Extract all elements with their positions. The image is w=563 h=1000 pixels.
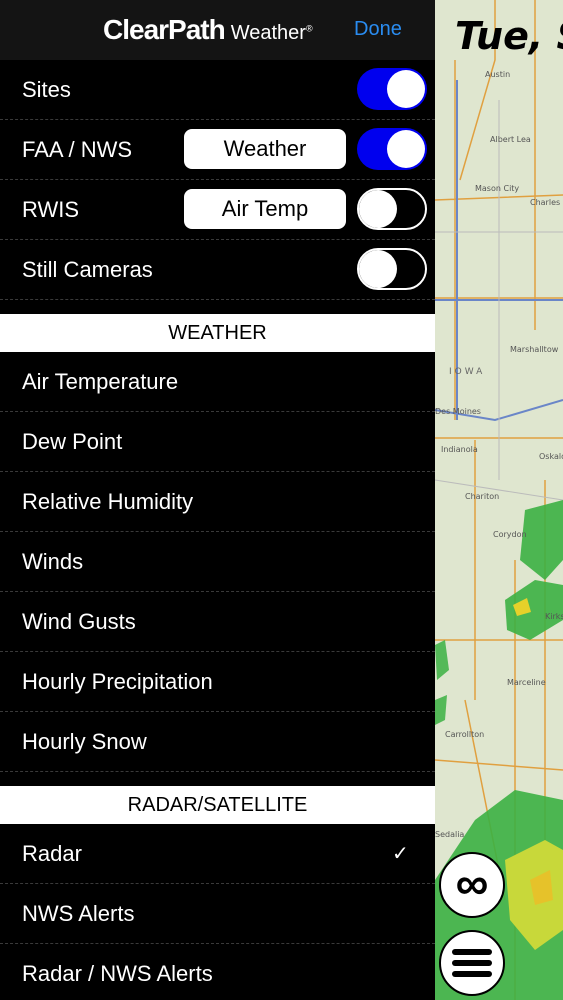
faa-nws-option-button[interactable]: Weather xyxy=(184,129,346,169)
layer-row-sites[interactable]: Sites xyxy=(0,60,435,120)
weather-item-label: Hourly Precipitation xyxy=(22,668,213,694)
layer-row-still-cameras[interactable]: Still Cameras xyxy=(0,240,435,300)
app-logo: ClearPath Weather® xyxy=(103,14,313,46)
radar-item[interactable]: Radar ✓ xyxy=(0,824,435,884)
weather-item-label: Hourly Snow xyxy=(22,728,147,754)
weather-item-label: Air Temperature xyxy=(22,368,179,394)
weather-item[interactable]: Winds xyxy=(0,532,435,592)
rwis-option-button[interactable]: Air Temp xyxy=(184,189,346,229)
radar-item-label: Radar / NWS Alerts xyxy=(22,960,213,986)
map-date-label: Tue, S xyxy=(455,14,563,58)
nav-bar: ClearPath Weather® Done xyxy=(0,0,435,60)
weather-item[interactable]: Dew Point xyxy=(0,412,435,472)
map-place: Marshalltow xyxy=(510,345,559,354)
section-header-radar-satellite: RADAR/SATELLITE xyxy=(0,786,435,824)
layer-row-rwis[interactable]: RWIS Air Temp xyxy=(0,180,435,240)
radar-item-label: NWS Alerts xyxy=(22,900,135,926)
faa-nws-toggle[interactable] xyxy=(357,128,427,170)
layer-row-faa-nws[interactable]: FAA / NWS Weather xyxy=(0,120,435,180)
weather-item-label: Winds xyxy=(22,548,84,574)
map-place: Chariton xyxy=(465,492,500,501)
weather-item[interactable]: Air Temperature xyxy=(0,352,435,412)
map-place: Kirksville xyxy=(545,612,563,621)
layer-label: FAA / NWS xyxy=(22,136,133,162)
weather-item[interactable]: Wind Gusts xyxy=(0,592,435,652)
sites-toggle[interactable] xyxy=(357,68,427,110)
map-place: Mason City xyxy=(475,184,520,193)
menu-button[interactable] xyxy=(439,930,505,996)
brand-name: ClearPath xyxy=(103,14,226,45)
weather-item[interactable]: Hourly Snow xyxy=(0,712,435,772)
still-cameras-toggle[interactable] xyxy=(357,248,427,290)
map-place: Austin xyxy=(485,70,511,79)
weather-item-label: Relative Humidity xyxy=(22,488,194,514)
hamburger-menu-icon xyxy=(452,944,492,982)
layer-label: RWIS xyxy=(22,196,80,222)
map-place: Des Moines xyxy=(435,407,481,416)
weather-item[interactable]: Hourly Precipitation xyxy=(0,652,435,712)
brand-sub: Weather® xyxy=(230,22,313,44)
rwis-toggle[interactable] xyxy=(357,188,427,230)
map-view[interactable]: Tue, S Austin Albert Lea Mason City Char… xyxy=(435,0,563,1000)
map-place: Carrollton xyxy=(445,730,485,739)
map-place: Indianola xyxy=(441,445,478,454)
radar-item[interactable]: NWS Alerts xyxy=(0,884,435,944)
map-state-label: IOWA xyxy=(449,367,486,377)
layer-label: Still Cameras xyxy=(22,256,153,282)
layer-label: Sites xyxy=(22,76,71,102)
radar-item-label: Radar xyxy=(22,840,82,866)
map-place: Marceline xyxy=(507,678,546,687)
section-header-weather: WEATHER xyxy=(0,314,435,352)
map-place: Corydon xyxy=(493,530,527,539)
checkmark-icon: ✓ xyxy=(392,843,409,865)
weather-item-label: Wind Gusts xyxy=(22,608,136,634)
radar-item[interactable]: Radar / NWS Alerts xyxy=(0,944,435,1000)
map-place: Albert Lea xyxy=(490,135,531,144)
layers-panel: ClearPath Weather® Done Sites FAA / NWS … xyxy=(0,0,435,1000)
infinity-icon: ∞ xyxy=(455,857,489,909)
infinity-button[interactable]: ∞ xyxy=(439,852,505,918)
map-place: Oskaloosa xyxy=(539,452,563,461)
map-place: Sedalia xyxy=(435,830,465,839)
weather-item[interactable]: Relative Humidity xyxy=(0,472,435,532)
map-place: Charles C xyxy=(530,198,563,207)
done-button[interactable]: Done xyxy=(354,18,402,41)
weather-item-label: Dew Point xyxy=(22,428,123,454)
